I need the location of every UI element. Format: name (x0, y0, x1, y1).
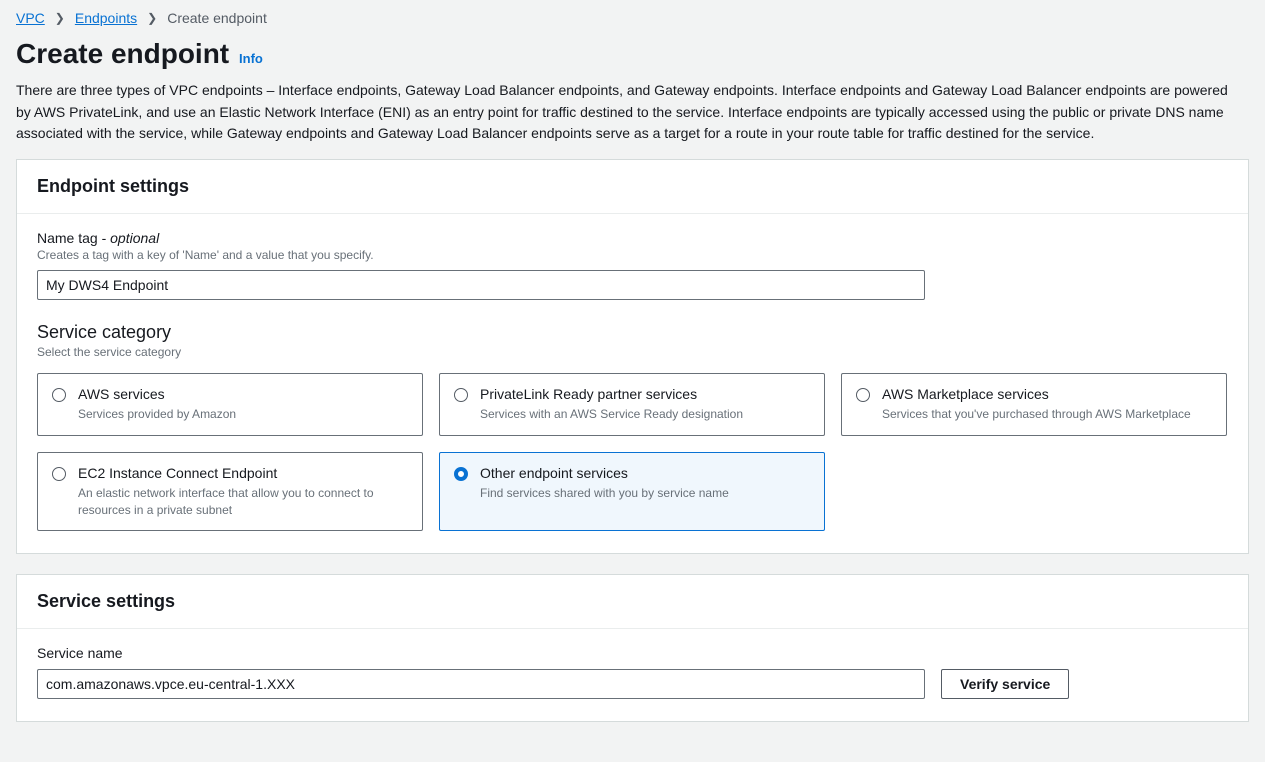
name-tag-label: Name tag - (37, 230, 110, 246)
service-category-description: Select the service category (37, 345, 1228, 359)
service-settings-panel: Service settings Service name Verify ser… (16, 574, 1249, 722)
service-settings-header: Service settings (17, 575, 1248, 629)
page-intro-text: There are three types of VPC endpoints –… (16, 80, 1246, 159)
breadcrumb: VPC ❯ Endpoints ❯ Create endpoint (16, 0, 1249, 32)
name-tag-input[interactable] (37, 270, 925, 300)
name-tag-optional: optional (110, 230, 159, 246)
info-link[interactable]: Info (239, 51, 263, 66)
radio-icon (454, 388, 468, 402)
chevron-right-icon: ❯ (55, 11, 65, 25)
breadcrumb-current: Create endpoint (167, 10, 267, 26)
radio-description: Services with an AWS Service Ready desig… (480, 406, 810, 423)
radio-title: Other endpoint services (480, 465, 810, 481)
radio-description: Find services shared with you by service… (480, 485, 810, 502)
chevron-right-icon: ❯ (147, 11, 157, 25)
breadcrumb-link-endpoints[interactable]: Endpoints (75, 10, 137, 26)
verify-service-button[interactable]: Verify service (941, 669, 1069, 699)
endpoint-settings-header: Endpoint settings (17, 160, 1248, 214)
radio-description: Services that you've purchased through A… (882, 406, 1212, 423)
name-tag-description: Creates a tag with a key of 'Name' and a… (37, 248, 1228, 262)
radio-aws-services[interactable]: AWS services Services provided by Amazon (37, 373, 423, 436)
radio-icon (52, 467, 66, 481)
service-category-options: AWS services Services provided by Amazon… (37, 373, 1227, 531)
radio-other-endpoint-services[interactable]: Other endpoint services Find services sh… (439, 452, 825, 532)
radio-icon (454, 467, 468, 481)
name-tag-field: Name tag - optional Creates a tag with a… (37, 230, 1228, 300)
service-category-field: Service category Select the service cate… (37, 322, 1228, 531)
endpoint-settings-panel: Endpoint settings Name tag - optional Cr… (16, 159, 1249, 554)
service-category-label: Service category (37, 322, 1228, 343)
radio-privatelink-partner[interactable]: PrivateLink Ready partner services Servi… (439, 373, 825, 436)
radio-description: An elastic network interface that allow … (78, 485, 408, 519)
radio-title: AWS services (78, 386, 408, 402)
radio-icon (856, 388, 870, 402)
radio-ec2-instance-connect[interactable]: EC2 Instance Connect Endpoint An elastic… (37, 452, 423, 532)
service-name-label: Service name (37, 645, 1228, 661)
radio-title: AWS Marketplace services (882, 386, 1212, 402)
radio-title: EC2 Instance Connect Endpoint (78, 465, 408, 481)
radio-title: PrivateLink Ready partner services (480, 386, 810, 402)
breadcrumb-link-vpc[interactable]: VPC (16, 10, 45, 26)
radio-description: Services provided by Amazon (78, 406, 408, 423)
radio-icon (52, 388, 66, 402)
radio-aws-marketplace[interactable]: AWS Marketplace services Services that y… (841, 373, 1227, 436)
service-name-input[interactable] (37, 669, 925, 699)
page-title: Create endpoint (16, 38, 229, 69)
